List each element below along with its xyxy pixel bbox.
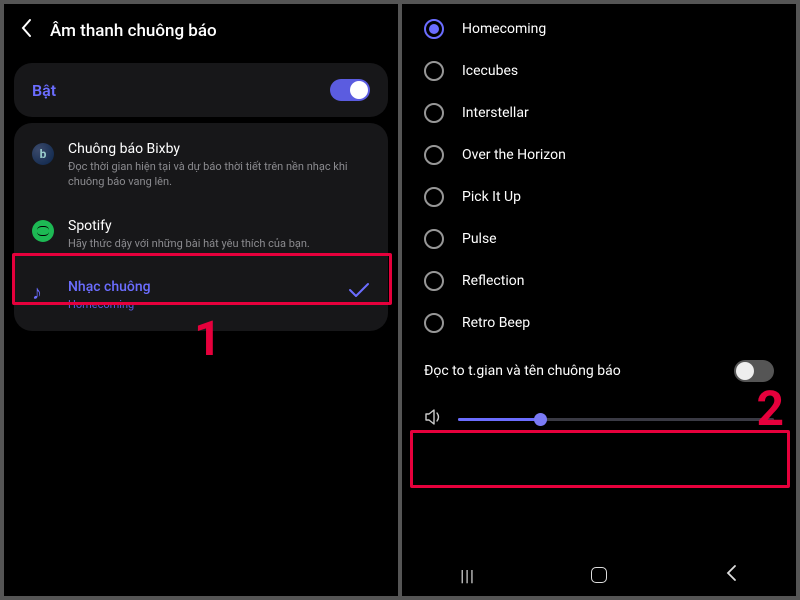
ringtone-sub: Homecoming [68,297,334,312]
spotify-icon [32,220,54,242]
page-title: Âm thanh chuông báo [50,21,217,41]
radio-icon[interactable] [424,61,444,81]
ringtone-title: Nhạc chuông [68,279,334,295]
tone-row[interactable]: Icecubes [402,50,796,92]
spotify-item[interactable]: Spotify Hãy thức dậy với những bài hát y… [14,204,388,265]
music-note-icon: ♪ [32,281,54,303]
tone-label: Retro Beep [462,315,530,331]
sound-source-list: b Chuông báo Bixby Đọc thời gian hiện tạ… [14,123,388,331]
tone-list: Homecoming Icecubes Interstellar Over the H… [402,4,796,344]
tone-label: Homecoming [462,21,546,37]
tone-row[interactable]: Homecoming [402,8,796,50]
tone-row[interactable]: Interstellar [402,92,796,134]
nav-home-button[interactable] [591,567,607,583]
tts-label: Đọc to t.gian và tên chuông báo [424,363,621,379]
tts-toggle-row[interactable]: Đọc to t.gian và tên chuông báo [402,344,796,398]
radio-icon[interactable] [424,271,444,291]
tone-row[interactable]: Pick It Up [402,176,796,218]
radio-icon[interactable] [424,313,444,333]
bixby-alarm-item[interactable]: b Chuông báo Bixby Đọc thời gian hiện tạ… [14,127,388,204]
radio-icon[interactable] [424,229,444,249]
radio-icon[interactable] [424,145,444,165]
pane-left: Âm thanh chuông báo Bật b Chuông báo Bix… [4,4,398,596]
on-label: Bật [32,81,56,100]
bixby-sub: Đọc thời gian hiện tại và dự báo thời ti… [68,159,370,190]
tone-label: Interstellar [462,105,529,121]
step-highlight-2 [410,430,790,488]
tone-row[interactable]: Retro Beep [402,302,796,344]
radio-icon[interactable] [424,187,444,207]
tone-label: Pick It Up [462,189,521,205]
tone-row[interactable]: Over the Horizon [402,134,796,176]
nav-bar: ||| [402,554,796,596]
tone-label: Pulse [462,231,497,247]
header: Âm thanh chuông báo [4,4,398,57]
tone-row[interactable]: Pulse [402,218,796,260]
master-toggle[interactable] [330,79,370,101]
tone-label: Reflection [462,273,524,289]
volume-slider[interactable] [458,418,774,421]
speaker-icon [424,408,444,431]
tts-toggle[interactable] [734,360,774,382]
radio-icon[interactable] [424,103,444,123]
check-icon [348,279,370,303]
tone-row[interactable]: Reflection [402,260,796,302]
spotify-title: Spotify [68,218,370,234]
pane-right: Homecoming Icecubes Interstellar Over the H… [402,4,796,596]
ringtone-item[interactable]: ♪ Nhạc chuông Homecoming [14,265,388,326]
bixby-icon: b [32,143,54,165]
nav-recents-button[interactable]: ||| [460,566,475,585]
nav-back-button[interactable] [724,563,738,588]
spotify-sub: Hãy thức dậy với những bài hát yêu thích… [68,236,370,251]
tone-label: Icecubes [462,63,518,79]
tone-label: Over the Horizon [462,147,566,163]
master-toggle-card[interactable]: Bật [14,63,388,117]
volume-row [402,398,796,437]
bixby-title: Chuông báo Bixby [68,141,370,157]
radio-icon[interactable] [424,19,444,39]
back-button[interactable] [20,18,32,43]
